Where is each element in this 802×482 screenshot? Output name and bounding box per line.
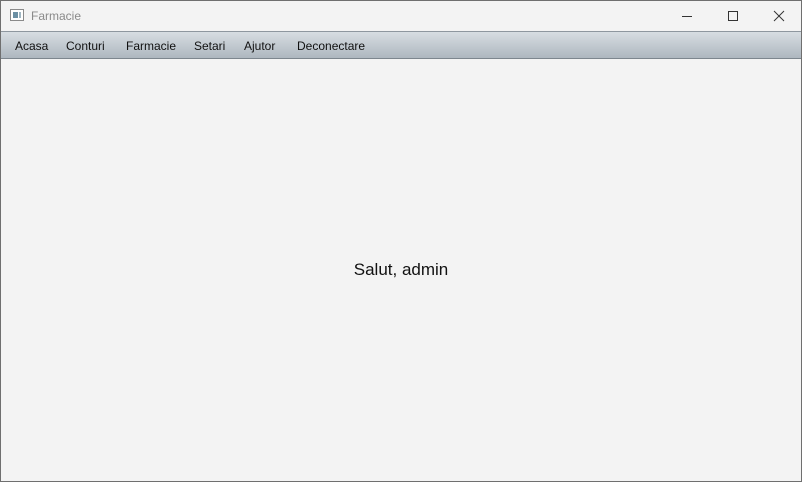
maximize-button[interactable]: [710, 1, 756, 31]
minimize-icon: [682, 16, 692, 17]
window-title: Farmacie: [31, 9, 82, 23]
title-bar[interactable]: Farmacie: [1, 1, 801, 31]
menu-item-deconectare[interactable]: Deconectare: [297, 39, 365, 53]
menu-item-setari[interactable]: Setari: [194, 39, 225, 53]
app-window-icon: [10, 9, 24, 21]
menu-item-conturi[interactable]: Conturi: [66, 39, 105, 53]
maximize-icon: [728, 11, 738, 21]
main-content: Salut, admin: [1, 59, 801, 481]
menu-item-farmacie[interactable]: Farmacie: [126, 39, 176, 53]
close-button[interactable]: [756, 1, 801, 31]
menu-item-acasa[interactable]: Acasa: [15, 39, 48, 53]
menu-item-ajutor[interactable]: Ajutor: [244, 39, 275, 53]
greeting-text: Salut, admin: [353, 260, 449, 279]
minimize-button[interactable]: [664, 1, 710, 31]
application-window: Farmacie Acasa Conturi Farmacie Setari A…: [0, 0, 802, 482]
menu-bar: Acasa Conturi Farmacie Setari Ajutor Dec…: [1, 31, 801, 59]
close-icon: [773, 10, 785, 22]
